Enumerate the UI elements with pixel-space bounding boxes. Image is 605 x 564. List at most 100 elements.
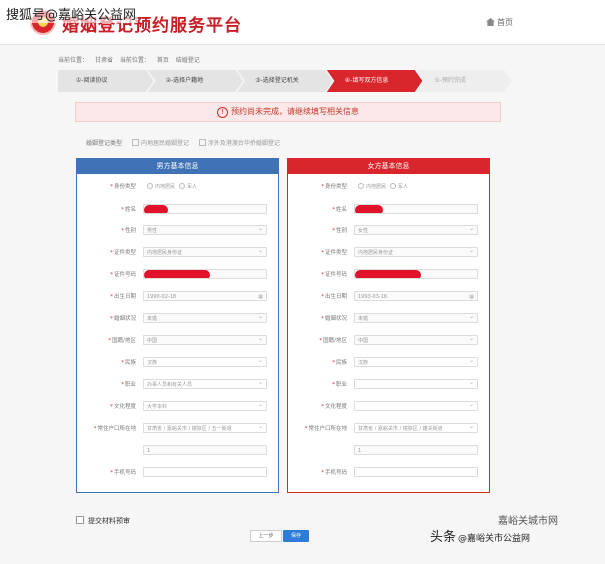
breadcrumb-item: 当前位置：: [58, 57, 89, 64]
male-panel-title: 男方基本信息: [77, 159, 278, 174]
male-birth-row: *出生日期 1990-02-18: [77, 291, 278, 303]
female-ethnic-select[interactable]: 汉族: [354, 357, 478, 367]
field-label: *证件号码: [321, 272, 347, 278]
checkbox-icon: [131, 139, 139, 146]
female-birthdate-input[interactable]: 1993-03-16: [354, 291, 478, 301]
field-label: *证件类型: [110, 250, 136, 256]
checkbox-icon[interactable]: [76, 516, 84, 524]
male-address-detail-input[interactable]: 1: [143, 445, 267, 455]
male-id-type-select[interactable]: 内地居民身份证: [143, 247, 267, 257]
toutiao-watermark: 头条 @嘉峪关市公益网: [430, 526, 530, 545]
radio-label: 军人: [398, 184, 409, 190]
breadcrumb: 当前位置： 甘肃省 当前位置： 首页 结婚登记: [58, 55, 205, 64]
redaction-mark: [144, 205, 168, 213]
female-idno-row: *证件号码: [288, 269, 489, 281]
previous-step-button[interactable]: 上一步: [250, 530, 282, 542]
male-birthdate-input[interactable]: 1990-02-18: [143, 291, 267, 301]
submit-materials-checkbox[interactable]: 提交材料预审: [76, 516, 130, 526]
radio-label: 内地居民: [366, 184, 387, 190]
female-marital-select[interactable]: 未婚: [354, 313, 478, 323]
male-name-input[interactable]: [143, 204, 267, 214]
male-info-panel: 男方基本信息 *身份类型 内地居民 军人 *姓名 *性别 男性 *证件类型 内地居…: [76, 158, 279, 493]
field-label: *常住户口所在地: [304, 426, 347, 432]
field-label: *性别: [121, 228, 136, 234]
male-ethnic-row: *民族 汉族: [77, 357, 278, 369]
field-label: *出生日期: [321, 294, 347, 300]
registration-type: 婚姻登记类型 内地居民婚姻登记 涉外及港澳台华侨婚姻登记: [86, 138, 280, 147]
male-address-detail-row: 1: [77, 445, 278, 457]
female-name-input[interactable]: [354, 204, 478, 214]
radio-label: 内地居民: [155, 184, 176, 190]
female-phone-input[interactable]: [354, 467, 478, 477]
step-fill-info: ④-填写双方信息: [326, 70, 423, 92]
female-address-detail-input[interactable]: 1: [354, 445, 478, 455]
field-label: *姓名: [332, 207, 347, 213]
male-marital-select[interactable]: 未婚: [143, 313, 267, 323]
page: 婚姻登记预约服务平台 首页 搜狐号@嘉峪关公益网 当前位置： 甘肃省 当前位置：…: [0, 0, 605, 564]
male-occupation-select[interactable]: 办事人员和有关人员: [143, 379, 267, 389]
breadcrumb-item[interactable]: 首页: [157, 57, 169, 64]
field-label: *婚姻状况: [110, 316, 136, 322]
female-id-number-input[interactable]: [354, 269, 478, 279]
step-read-agreement: ①-阅读协议: [58, 70, 154, 92]
male-identity-radios[interactable]: 内地居民 军人: [143, 181, 197, 193]
female-region-row: *国籍/地区 中国: [288, 335, 489, 347]
female-id-type-select[interactable]: 内地居民身份证: [354, 247, 478, 257]
field-label: *文化程度: [321, 404, 347, 410]
radio-icon[interactable]: [390, 183, 397, 189]
female-region-select[interactable]: 中国: [354, 335, 478, 345]
male-phone-input[interactable]: [143, 467, 267, 477]
male-region-select[interactable]: 中国: [143, 335, 267, 345]
male-job-row: *职业 办事人员和有关人员: [77, 379, 278, 391]
watermark-sub: @嘉峪关市公益网: [458, 534, 531, 544]
female-birth-row: *出生日期 1993-03-16: [288, 291, 489, 303]
redaction-mark: [355, 205, 383, 213]
male-education-select[interactable]: 大学本科: [143, 401, 267, 411]
female-occupation-select[interactable]: [354, 379, 478, 389]
field-label: *职业: [332, 382, 347, 388]
progress-steps: ①-阅读协议 ②-选择户籍地 ③-选择登记机关 ④-填写双方信息 ⑤-预约完成: [58, 70, 512, 92]
female-identity-row: *身份类型 内地居民 军人: [288, 181, 489, 193]
male-gender-select[interactable]: 男性: [143, 225, 267, 235]
radio-label: 军人: [187, 184, 198, 190]
male-ethnic-select[interactable]: 汉族: [143, 357, 267, 367]
female-gender-select[interactable]: 女性: [354, 225, 478, 235]
field-label: *姓名: [121, 207, 136, 213]
field-label: *民族: [332, 360, 347, 366]
alert-icon: !: [217, 107, 228, 118]
submit-materials-label: 提交材料预审: [88, 517, 130, 525]
reg-type-option-label: 涉外及港澳台华侨婚姻登记: [207, 140, 280, 147]
field-label: *职业: [121, 382, 136, 388]
save-button[interactable]: 保存: [283, 530, 309, 542]
field-label: *身份类型: [321, 184, 347, 190]
female-address-select[interactable]: 甘肃省 / 嘉峪关市 / 镜铁区 / 雄关街道: [354, 423, 478, 433]
female-idtype-row: *证件类型 内地居民身份证: [288, 247, 489, 259]
field-label: *身份类型: [110, 184, 136, 190]
step-complete: ⑤-预约完成: [416, 70, 512, 92]
male-address-select[interactable]: 甘肃省 / 嘉峪关市 / 镜铁区 / 五一街道: [143, 423, 267, 433]
watermark-text: 搜狐号@嘉峪关公益网: [4, 4, 139, 23]
home-link-label: 首页: [497, 18, 513, 27]
field-label: *性别: [332, 228, 347, 234]
radio-icon[interactable]: [179, 183, 186, 189]
field-label: *证件类型: [321, 250, 347, 256]
registration-type-label: 婚姻登记类型: [86, 140, 123, 147]
reg-type-option-foreign[interactable]: 涉外及港澳台华侨婚姻登记: [198, 139, 280, 147]
male-gender-row: *性别 男性: [77, 225, 278, 237]
reg-type-option-mainland[interactable]: 内地居民婚姻登记: [131, 139, 189, 147]
breadcrumb-item[interactable]: 甘肃省: [95, 57, 113, 64]
female-identity-radios[interactable]: 内地居民 军人: [354, 181, 408, 193]
notice-text: 预约尚未完成，请继续填写相关信息: [231, 107, 359, 116]
female-education-select[interactable]: [354, 401, 478, 411]
home-link[interactable]: 首页: [486, 17, 513, 28]
reg-type-option-label: 内地居民婚姻登记: [140, 140, 189, 147]
male-idtype-row: *证件类型 内地居民身份证: [77, 247, 278, 259]
male-id-number-input[interactable]: [143, 269, 267, 279]
female-edu-row: *文化程度: [288, 401, 489, 413]
female-info-panel: 女方基本信息 *身份类型 内地居民 军人 *姓名 *性别 女性 *证件类型 内地居…: [287, 158, 490, 493]
radio-icon[interactable]: [358, 183, 364, 189]
corner-watermark: 嘉峪关城市网: [498, 516, 558, 527]
field-label: *常住户口所在地: [93, 426, 136, 432]
radio-icon[interactable]: [147, 183, 153, 189]
field-label: *出生日期: [110, 294, 136, 300]
